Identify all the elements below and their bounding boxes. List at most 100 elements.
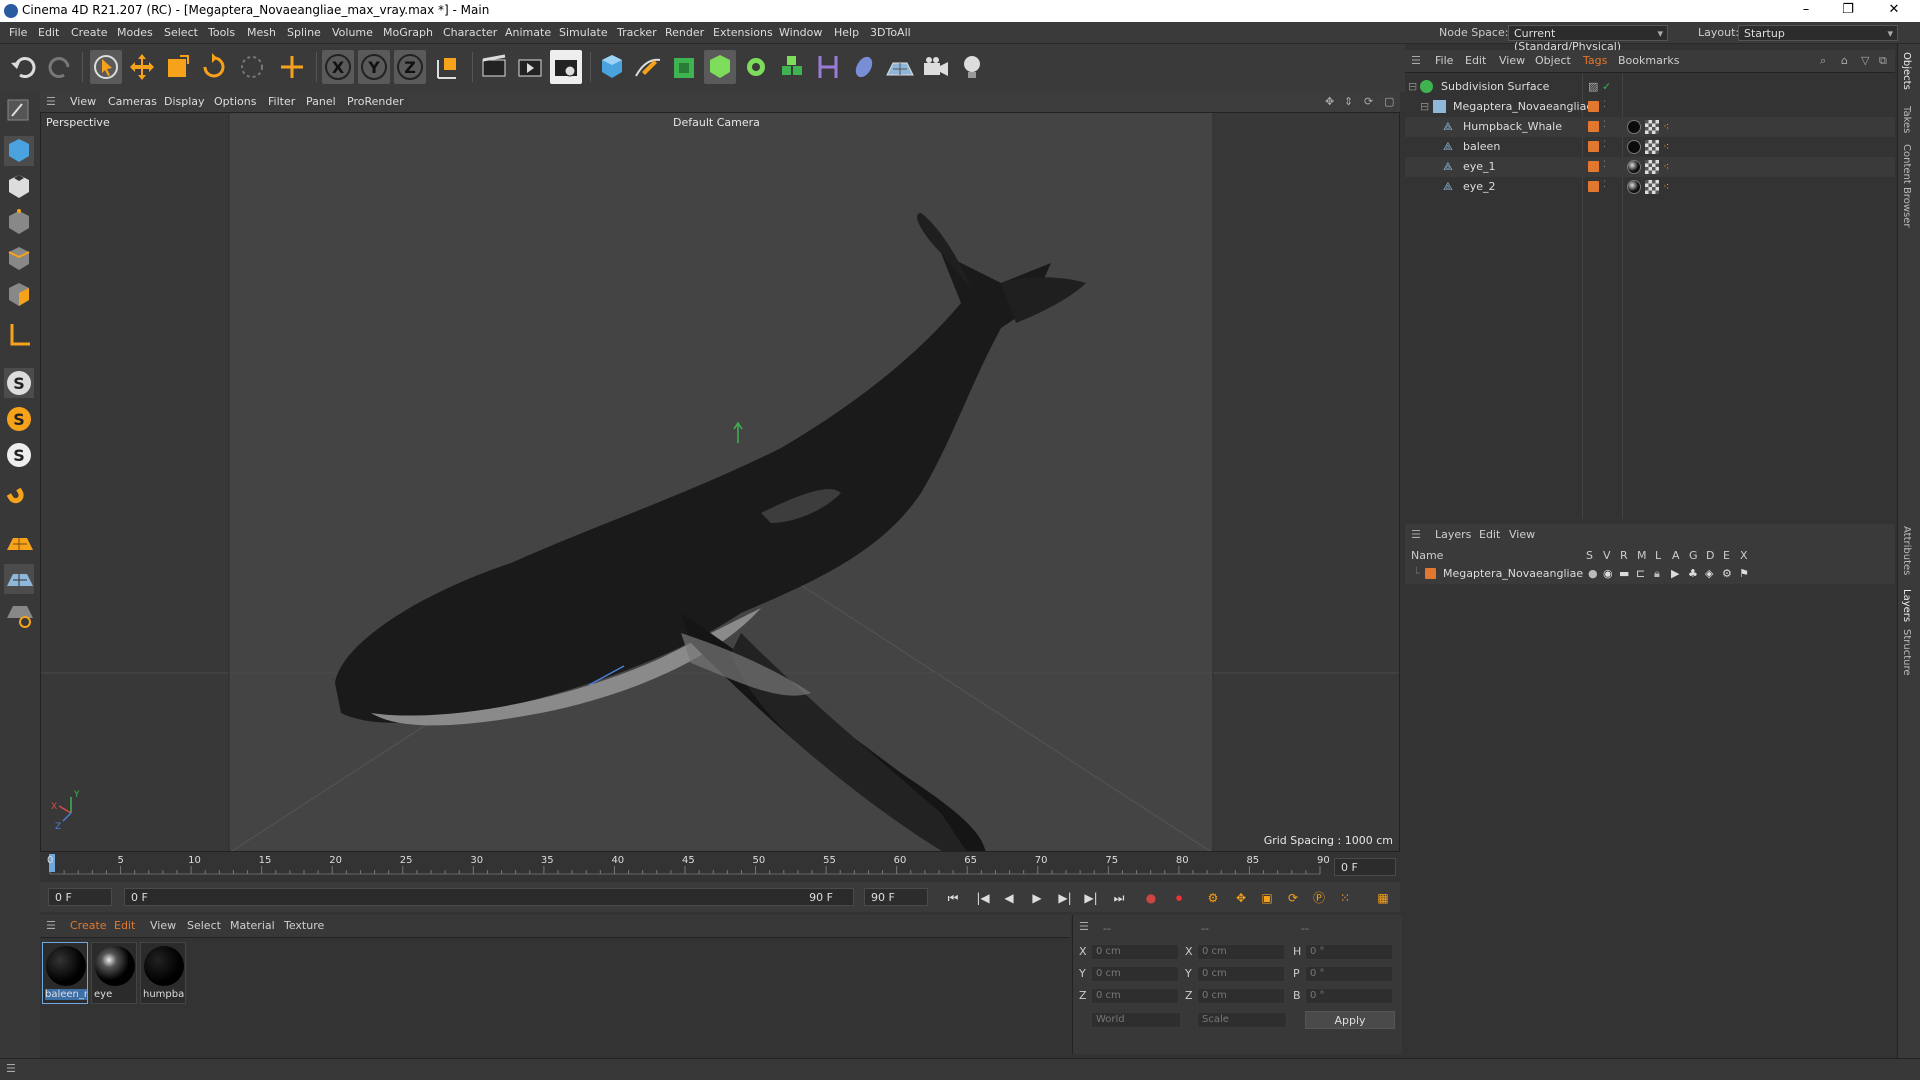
model-mode-button[interactable] xyxy=(4,136,34,166)
locked-workplane-button[interactable] xyxy=(4,564,34,594)
collapse-toggle-icon[interactable]: ⊟ xyxy=(1420,100,1429,113)
object-row[interactable]: ⟁ Humpback_Whale ⁚ ⁖ xyxy=(1405,117,1895,137)
z-axis-lock-button[interactable]: Z xyxy=(394,50,426,84)
next-key-button[interactable]: ▶| xyxy=(1080,887,1102,909)
tab-layers[interactable]: Layers xyxy=(1901,589,1912,622)
coordinate-system-button[interactable] xyxy=(432,50,464,84)
visibility-dots-icon[interactable]: ⁚ xyxy=(1603,180,1606,190)
material-menu-texture[interactable]: Texture xyxy=(284,919,324,932)
xref-icon[interactable]: ⚑ xyxy=(1739,567,1749,580)
cube-object-button[interactable] xyxy=(596,50,628,84)
rot-h-field[interactable]: 0 ° xyxy=(1305,944,1393,960)
object-menu-bookmarks[interactable]: Bookmarks xyxy=(1618,54,1679,67)
undo-button[interactable] xyxy=(8,50,40,84)
phong-tag-icon[interactable]: ⁖ xyxy=(1663,180,1669,193)
layer-col-animation[interactable]: A xyxy=(1672,549,1680,562)
x-axis-lock-button[interactable]: X xyxy=(322,50,354,84)
create-object-button[interactable] xyxy=(276,50,308,84)
camera-button[interactable] xyxy=(920,50,952,84)
apply-button[interactable]: Apply xyxy=(1305,1011,1395,1029)
light-button[interactable] xyxy=(956,50,988,84)
layer-col-xref[interactable]: X xyxy=(1740,549,1748,562)
points-mode-button[interactable] xyxy=(4,208,34,238)
layer-col-manager[interactable]: M xyxy=(1637,549,1647,562)
uvw-tag-icon[interactable] xyxy=(1645,120,1659,134)
material-tag-icon[interactable] xyxy=(1627,120,1641,134)
quantize-button[interactable]: S xyxy=(4,440,34,470)
menu-select[interactable]: Select xyxy=(164,26,198,39)
current-frame-field[interactable]: 0 F xyxy=(1334,858,1396,876)
rot-b-field[interactable]: 0 ° xyxy=(1305,988,1393,1004)
size-z-field[interactable]: 0 cm xyxy=(1197,988,1285,1004)
previous-frame-button[interactable]: ◀ xyxy=(998,887,1020,909)
perspective-viewport[interactable]: Y X Z Perspective Default Camera Grid Sp… xyxy=(40,112,1400,852)
layer-col-render[interactable]: R xyxy=(1620,549,1628,562)
viewport-menu-view[interactable]: View xyxy=(70,95,96,108)
pos-y-field[interactable]: 0 cm xyxy=(1091,966,1179,982)
clapboard-icon[interactable]: ▬ xyxy=(1619,567,1629,580)
move-tool-button[interactable] xyxy=(126,50,158,84)
menu-modes[interactable]: Modes xyxy=(117,26,153,39)
autokey-button[interactable]: ⏺ xyxy=(1168,887,1190,909)
uvw-tag-icon[interactable] xyxy=(1645,180,1659,194)
pos-x-field[interactable]: 0 cm xyxy=(1091,944,1179,960)
start-frame-field[interactable]: 0 F xyxy=(48,888,112,906)
menu-3dtoall[interactable]: 3DToAll xyxy=(870,26,911,39)
timeline-ruler[interactable]: 0 5 10 15 20 25 30 35 40 45 50 55 60 65 70 75 80 85 90 0 F xyxy=(40,852,1400,882)
layer-col-expressions[interactable]: E xyxy=(1723,549,1730,562)
hamburger-icon[interactable]: ☰ xyxy=(46,919,56,932)
object-row[interactable]: ⟁ eye_2 ⁚ ⁖ xyxy=(1405,177,1895,197)
phong-tag-icon[interactable]: ⁖ xyxy=(1663,120,1669,133)
render-view-button[interactable] xyxy=(478,50,510,84)
rot-p-field[interactable]: 0 ° xyxy=(1305,966,1393,982)
solo-icon[interactable]: ● xyxy=(1588,567,1598,580)
viewport-camera-label[interactable]: Default Camera xyxy=(673,116,760,129)
keyframe-selection-button[interactable]: ⚙ xyxy=(1202,887,1224,909)
viewport-menu-panel[interactable]: Panel xyxy=(306,95,336,108)
visibility-dots-icon[interactable]: ⁚ xyxy=(1603,120,1606,130)
array-object-button[interactable] xyxy=(704,50,736,84)
generator-icon[interactable]: ♣ xyxy=(1688,567,1698,580)
tab-structure[interactable]: Structure xyxy=(1901,629,1912,676)
record-keys-button[interactable]: ● xyxy=(1140,887,1162,909)
restore-button[interactable]: ❐ xyxy=(1838,2,1858,17)
material-menu-create[interactable]: Create xyxy=(70,919,107,932)
material-menu-edit[interactable]: Edit xyxy=(114,919,135,932)
menu-mograph[interactable]: MoGraph xyxy=(383,26,433,39)
axis-mode-button[interactable] xyxy=(4,320,34,350)
layer-color-chip[interactable] xyxy=(1588,161,1599,172)
menu-tools[interactable]: Tools xyxy=(208,26,235,39)
viewport-menu-cameras[interactable]: Cameras xyxy=(108,95,157,108)
cloner-button[interactable] xyxy=(740,50,772,84)
layer-color-chip[interactable] xyxy=(1588,121,1599,132)
manager-tree-icon[interactable]: ⊏ xyxy=(1636,567,1645,580)
visibility-dots-icon[interactable]: ⁚ xyxy=(1603,140,1606,150)
coordinate-space-dropdown[interactable]: World xyxy=(1091,1012,1181,1028)
object-row[interactable]: ⟁ baleen ⁚ ⁖ xyxy=(1405,137,1895,157)
hamburger-icon[interactable]: ☰ xyxy=(6,1062,16,1075)
minimize-button[interactable]: – xyxy=(1796,2,1816,17)
viewport-menu-options[interactable]: Options xyxy=(214,95,256,108)
object-menu-tags[interactable]: Tags xyxy=(1583,54,1607,67)
menu-file[interactable]: File xyxy=(9,26,27,39)
menu-window[interactable]: Window xyxy=(779,26,822,39)
lock-icon[interactable]: 🔒︎ xyxy=(1654,567,1660,581)
recent-tools-button[interactable] xyxy=(236,50,268,84)
play-button[interactable]: ▶ xyxy=(1026,887,1048,909)
render-to-picture-viewer-button[interactable] xyxy=(514,50,546,84)
menu-tracker[interactable]: Tracker xyxy=(617,26,657,39)
visibility-dots-icon[interactable]: ⁚ xyxy=(1603,160,1606,170)
uvw-tag-icon[interactable] xyxy=(1645,160,1659,174)
menu-extensions[interactable]: Extensions xyxy=(713,26,773,39)
object-row[interactable]: ⊟ Megaptera_Novaeangliae ⁚ xyxy=(1405,97,1895,117)
layer-tag-icon[interactable]: ▨ xyxy=(1588,80,1598,93)
expression-icon[interactable]: ⚙ xyxy=(1722,567,1732,580)
filter-icon[interactable]: ▽ xyxy=(1861,54,1869,67)
workplane-button[interactable] xyxy=(4,528,34,558)
object-menu-file[interactable]: File xyxy=(1435,54,1453,67)
tab-content-browser[interactable]: Content Browser xyxy=(1901,144,1912,227)
snap-settings-button[interactable]: S xyxy=(4,404,34,434)
menu-spline[interactable]: Spline xyxy=(287,26,321,39)
layer-color-chip[interactable] xyxy=(1588,181,1599,192)
texture-mode-button[interactable] xyxy=(4,172,34,202)
